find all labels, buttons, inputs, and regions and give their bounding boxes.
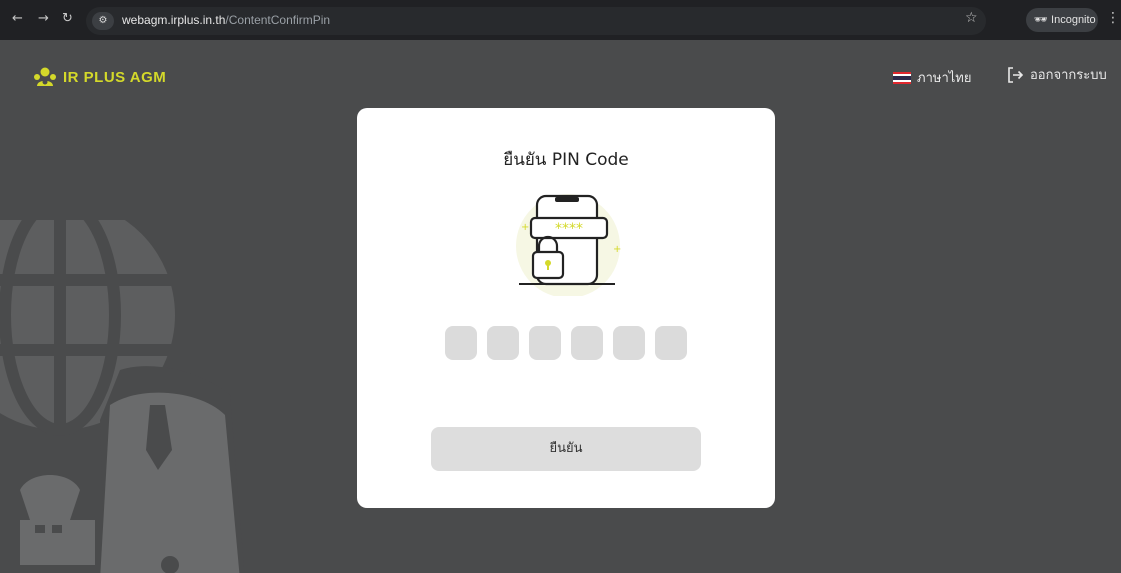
globe-businessman-illustration <box>0 220 245 573</box>
reload-icon[interactable]: ↻ <box>62 11 73 26</box>
logout-label: ออกจากระบบ <box>1030 68 1107 83</box>
url-host: webagm.irplus.in.th <box>122 13 226 27</box>
phone-pin-lock-icon: **** + + <box>516 194 621 296</box>
confirm-button[interactable]: ยืนยัน <box>431 427 701 471</box>
incognito-icon: 🕶 <box>1034 14 1048 26</box>
pin-digit-2[interactable] <box>487 326 519 360</box>
bookmark-star-icon[interactable]: ☆ <box>965 10 978 26</box>
pin-digit-6[interactable] <box>655 326 687 360</box>
pin-mask-text: **** <box>555 221 583 237</box>
svg-text:+: + <box>613 244 621 255</box>
forward-arrow-icon[interactable]: → <box>38 11 49 26</box>
pin-digit-1[interactable] <box>445 326 477 360</box>
incognito-badge[interactable]: 🕶 Incognito <box>1026 8 1098 32</box>
logo-people-icon <box>34 67 56 86</box>
site-settings-icon[interactable]: ⚙ <box>92 12 114 30</box>
svg-text:+: + <box>521 222 529 233</box>
pin-input-group <box>445 326 687 360</box>
url-text[interactable]: webagm.irplus.in.th/ContentConfirmPin <box>122 13 330 27</box>
pin-digit-5[interactable] <box>613 326 645 360</box>
pin-confirm-card: ยืนยัน PIN Code **** + + ยืนยัน <box>357 108 775 508</box>
url-path: /ContentConfirmPin <box>225 13 331 27</box>
address-bar[interactable]: ⚙ webagm.irplus.in.th/ContentConfirmPin <box>86 7 986 35</box>
logout-button[interactable]: ออกจากระบบ <box>1006 64 1107 85</box>
logout-icon <box>1008 66 1024 83</box>
browser-menu-icon[interactable]: ⋮ <box>1106 10 1120 26</box>
browser-toolbar: ← → ↻ ⚙ webagm.irplus.in.th/ContentConfi… <box>0 0 1121 40</box>
logo-text: IR PLUS AGM <box>63 68 167 86</box>
language-label: ภาษาไทย <box>917 71 972 86</box>
incognito-label: Incognito <box>1051 14 1096 26</box>
pin-digit-3[interactable] <box>529 326 561 360</box>
card-title: ยืนยัน PIN Code <box>503 150 629 170</box>
back-arrow-icon[interactable]: ← <box>12 11 23 26</box>
brand-logo[interactable]: IR PLUS AGM <box>33 66 166 88</box>
language-switcher[interactable]: ภาษาไทย <box>893 67 971 88</box>
page: IR PLUS AGM ภาษาไทย ออกจากระบบ ยืนยัน PI… <box>0 40 1121 573</box>
pin-digit-4[interactable] <box>571 326 603 360</box>
thai-flag-icon <box>893 71 911 84</box>
